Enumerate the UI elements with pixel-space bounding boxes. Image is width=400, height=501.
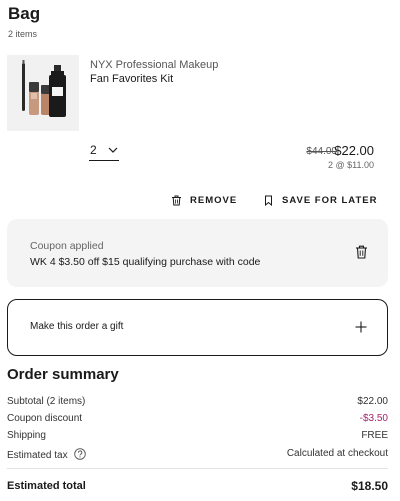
remove-button[interactable]: REMOVE	[171, 193, 237, 207]
estimated-total-label: Estimated total	[7, 480, 86, 492]
plus-icon	[355, 321, 367, 333]
coupon-status: Coupon applied	[30, 240, 104, 252]
subtotal-label: Subtotal (2 items)	[7, 396, 86, 407]
estimated-tax-label: Estimated tax	[7, 450, 68, 461]
summary-divider	[7, 468, 388, 469]
bookmark-icon	[265, 195, 272, 206]
item-count: 2 items	[8, 29, 38, 39]
sale-price: $22.00	[334, 143, 374, 158]
shipping-value: FREE	[361, 430, 388, 441]
gift-option[interactable]: Make this order a gift	[7, 299, 388, 356]
question-circle-icon[interactable]	[74, 448, 87, 460]
coupon-discount-label: Coupon discount	[7, 413, 83, 424]
original-price: $44.00	[306, 146, 337, 157]
coupon-card: Coupon applied WK 4 $3.50 off $15 qualif…	[7, 219, 388, 287]
product-brand: NYX Professional Makeup	[90, 59, 219, 71]
gift-label: Make this order a gift	[30, 321, 124, 332]
save-for-later-button[interactable]: SAVE FOR LATER	[263, 193, 377, 207]
chevron-down-icon	[108, 147, 118, 153]
shipping-label: Shipping	[7, 430, 46, 441]
remove-label: REMOVE	[190, 194, 238, 206]
quantity-value: 2	[90, 143, 97, 157]
product-name[interactable]: Fan Favorites Kit	[90, 73, 173, 85]
quantity-select[interactable]: 2	[89, 142, 119, 161]
coupon-description: WK 4 $3.50 off $15 qualifying purchase w…	[30, 256, 261, 268]
subtotal-value: $22.00	[357, 396, 388, 407]
unit-price: 2 @ $11.00	[327, 160, 374, 170]
estimated-total-value: $18.50	[351, 479, 388, 493]
estimated-tax-value: Calculated at checkout	[286, 448, 388, 459]
order-summary-title: Order summary	[7, 366, 119, 383]
save-for-later-label: SAVE FOR LATER	[282, 194, 378, 206]
estimated-tax-label-group: Estimated tax	[7, 448, 87, 461]
page-title: Bag	[8, 4, 41, 23]
product-image[interactable]	[7, 55, 79, 131]
product-kit-illustration	[22, 60, 66, 117]
trash-icon[interactable]	[355, 245, 368, 259]
coupon-discount-value: -$3.50	[359, 413, 388, 424]
trash-icon	[172, 195, 181, 205]
